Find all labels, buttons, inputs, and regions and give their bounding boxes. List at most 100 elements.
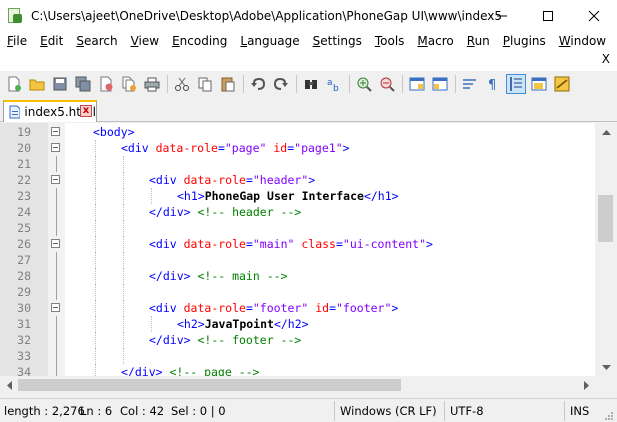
fold-toggle-icon[interactable] — [51, 175, 60, 184]
fold-toggle-icon[interactable] — [51, 239, 60, 248]
close-all-button[interactable] — [119, 74, 139, 94]
indent-guide — [123, 268, 124, 284]
menu-plugins[interactable]: Plugins — [496, 34, 552, 48]
redo-button[interactable] — [271, 74, 291, 94]
scroll-up-button[interactable] — [595, 123, 617, 140]
minimize-button[interactable] — [479, 0, 525, 31]
code-line[interactable]: 26 <div data-role="main" class="ui-conten… — [0, 236, 595, 252]
close-document-button[interactable]: X — [602, 52, 610, 66]
code-line[interactable]: 33 — [0, 348, 595, 364]
cut-button[interactable] — [172, 74, 192, 94]
indent-guide-button[interactable] — [506, 74, 526, 94]
close-file-button[interactable] — [96, 74, 116, 94]
word-wrap-button[interactable] — [460, 74, 480, 94]
toolbar: ab ¶ — [0, 71, 617, 97]
menu-run[interactable]: Run — [460, 34, 496, 48]
code-token: PhoneGap User Interface — [204, 189, 364, 203]
menu-search[interactable]: Search — [69, 34, 123, 48]
menu-settings[interactable]: Settings — [306, 34, 368, 48]
paste-button[interactable] — [218, 74, 238, 94]
copy-button[interactable] — [195, 74, 215, 94]
indent-guide — [95, 252, 96, 268]
menu-edit[interactable]: Edit — [33, 34, 69, 48]
sync-vertical-button[interactable] — [407, 74, 427, 94]
code-line[interactable]: 30 <div data-role="footer" id="footer"> — [0, 300, 595, 316]
menu-language[interactable]: Language — [233, 34, 305, 48]
code-line[interactable]: 28 </div> <!-- main --> — [0, 268, 595, 284]
file-icon — [9, 105, 21, 119]
new-file-button[interactable] — [4, 74, 24, 94]
open-file-button[interactable] — [27, 74, 47, 94]
menu-view[interactable]: View — [124, 34, 165, 48]
code-line[interactable]: 34 </div> <!-- page --> — [0, 364, 595, 376]
title-bar: C:\Users\ajeet\OneDrive\Desktop\Adobe\Ap… — [0, 0, 617, 31]
tab-index5-html[interactable]: index5.html x — [3, 100, 97, 122]
indent-guide — [95, 220, 96, 236]
tab-close-button[interactable]: x — [80, 105, 92, 117]
maximize-button[interactable] — [525, 0, 571, 31]
code-text: <h2>JavaTpoint</h2> — [177, 316, 309, 332]
sync-vertical-icon — [409, 77, 425, 91]
window-title: C:\Users\ajeet\OneDrive\Desktop\Adobe\Ap… — [31, 8, 501, 23]
scroll-right-button[interactable] — [578, 376, 595, 394]
code-line[interactable]: 23 <h1>PhoneGap User Interface</h1> — [0, 188, 595, 204]
indent-guide — [95, 236, 96, 252]
code-line[interactable]: 32 </div> <!-- footer --> — [0, 332, 595, 348]
print-button[interactable] — [142, 74, 162, 94]
undo-button[interactable] — [248, 74, 268, 94]
code-token: </div> — [121, 365, 163, 376]
code-line[interactable]: 21 — [0, 156, 595, 172]
indent-guide — [95, 300, 96, 316]
doc-map-button[interactable] — [529, 74, 549, 94]
menu-window[interactable]: Window — [552, 34, 612, 48]
status-encoding[interactable]: UTF-8 — [450, 399, 484, 422]
fold-line — [56, 268, 57, 284]
fold-line — [56, 348, 57, 364]
resize-grip-icon[interactable] — [604, 411, 614, 421]
vertical-scroll-thumb[interactable] — [598, 195, 613, 242]
menu-file[interactable]: File — [0, 34, 33, 48]
fold-toggle-icon[interactable] — [51, 127, 60, 136]
code-token: = — [245, 301, 253, 315]
code-line[interactable]: 29 — [0, 284, 595, 300]
code-line[interactable]: 25 — [0, 220, 595, 236]
status-bar: length : 2,276 Ln : 6 Col : 42 Sel : 0 |… — [0, 398, 617, 422]
menu-encoding[interactable]: Encoding — [165, 34, 233, 48]
horizontal-scrollbar[interactable] — [0, 376, 595, 394]
line-number: 30 — [17, 301, 31, 315]
menu-tools[interactable]: Tools — [368, 34, 411, 48]
toolbar-separator — [349, 75, 350, 93]
code-line[interactable]: 24 </div> <!-- header --> — [0, 204, 595, 220]
fold-line — [56, 252, 57, 268]
code-token: = — [335, 237, 343, 251]
code-line[interactable]: 27 — [0, 252, 595, 268]
function-list-button[interactable] — [552, 74, 572, 94]
code-line[interactable]: 19 <body> — [0, 124, 595, 140]
code-line[interactable]: 31 <h2>JavaTpoint</h2> — [0, 316, 595, 332]
show-all-chars-button[interactable]: ¶ — [483, 74, 503, 94]
status-insert-mode[interactable]: INS — [570, 399, 589, 422]
save-button[interactable] — [50, 74, 70, 94]
code-editor[interactable]: 19 <body> 20 <div data-role="page" id="page… — [0, 123, 595, 376]
replace-button[interactable]: ab — [324, 74, 344, 94]
status-eol[interactable]: Windows (CR LF) — [340, 399, 437, 422]
horizontal-scroll-thumb[interactable] — [18, 379, 401, 391]
indent-guide — [95, 268, 96, 284]
scroll-left-button[interactable] — [0, 376, 17, 394]
line-number: 28 — [17, 269, 31, 283]
menu-help[interactable]: ? — [612, 34, 617, 48]
zoom-out-button[interactable] — [377, 74, 397, 94]
vertical-scrollbar[interactable] — [595, 123, 617, 376]
zoom-in-button[interactable] — [354, 74, 374, 94]
line-number: 20 — [17, 141, 31, 155]
code-line[interactable]: 20 <div data-role="page" id="page1"> — [0, 140, 595, 156]
code-line[interactable]: 22 <div data-role="header"> — [0, 172, 595, 188]
scroll-down-button[interactable] — [595, 359, 617, 376]
menu-macro[interactable]: Macro — [410, 34, 459, 48]
find-button[interactable] — [301, 74, 321, 94]
sync-horizontal-button[interactable] — [430, 74, 450, 94]
fold-toggle-icon[interactable] — [51, 303, 60, 312]
save-all-button[interactable] — [73, 74, 93, 94]
fold-toggle-icon[interactable] — [51, 143, 60, 152]
close-window-button[interactable] — [571, 0, 617, 31]
